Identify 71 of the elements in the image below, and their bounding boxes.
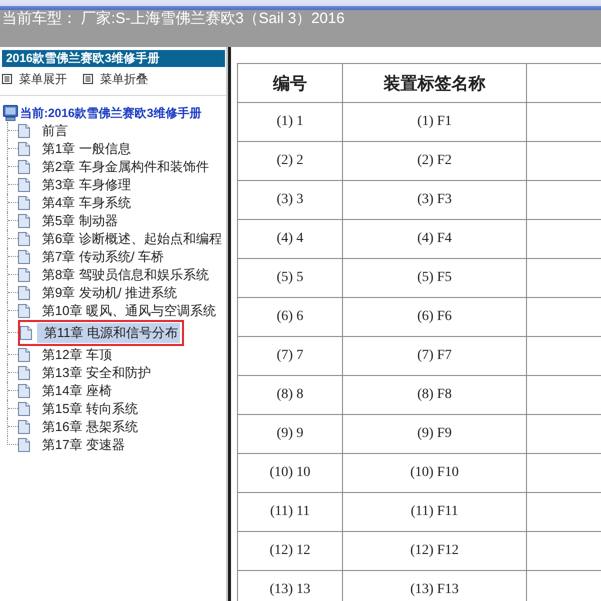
document-icon xyxy=(18,438,30,452)
table-cell: (10) 10 xyxy=(270,465,310,480)
table-cell: (11) F11 xyxy=(410,504,458,519)
document-icon xyxy=(18,160,30,174)
tree-item[interactable]: 第14章 座椅 xyxy=(35,382,114,400)
table-cell: (8) 8 xyxy=(276,387,304,402)
tree-item[interactable]: 第7章 传动系统/ 车桥 xyxy=(35,248,166,266)
tree-item[interactable]: 第1章 一般信息 xyxy=(35,140,133,158)
table-cell: (12) F12 xyxy=(410,543,459,558)
table-cell: (13) 13 xyxy=(270,582,310,597)
table-cell: (6) F6 xyxy=(417,309,452,324)
tree-root-label[interactable]: 当前:2016款雪佛兰赛欧3维修手册 xyxy=(20,104,202,122)
computer-icon xyxy=(3,105,18,121)
tree-item[interactable]: 第17章 变速器 xyxy=(35,436,128,454)
list-icon xyxy=(83,74,93,84)
table-cell: (2) F2 xyxy=(417,153,452,168)
sidebar-title: 2016款雪佛兰赛欧3维修手册 xyxy=(2,50,225,67)
table-cell: (12) 12 xyxy=(270,543,310,558)
menu-link[interactable]: 菜单折叠 xyxy=(83,70,148,88)
table-cell: (8) F8 xyxy=(417,387,452,402)
document-icon xyxy=(18,268,30,282)
tree-item[interactable]: 第8章 驾驶员信息和娱乐系统 xyxy=(35,266,211,284)
table-cell: (7) 7 xyxy=(276,348,304,363)
table-cell: (1) 1 xyxy=(276,114,304,129)
tree-item[interactable]: 第9章 发动机/ 推进系统 xyxy=(35,284,180,302)
document-icon xyxy=(18,304,30,318)
tree-item[interactable]: 第5章 制动器 xyxy=(35,212,120,230)
tree-item[interactable]: 第10章 暖风、通风与空调系统 xyxy=(35,302,218,320)
table-cell: (4) 4 xyxy=(276,231,304,246)
table-cell: (9) 9 xyxy=(276,426,304,441)
tree-item[interactable]: 第6章 诊断概述、起始点和编程 xyxy=(35,230,224,248)
document-icon xyxy=(18,196,30,210)
document-icon xyxy=(18,348,30,362)
tree-item[interactable]: 前言 xyxy=(35,122,70,140)
tree-item[interactable]: 第3章 车身修理 xyxy=(35,176,133,194)
table-cell: (5) F5 xyxy=(417,270,452,285)
table-cell: (13) F13 xyxy=(410,582,459,597)
tree-item[interactable]: 第11章 电源和信号分布 xyxy=(37,323,180,343)
menu-link[interactable]: 菜单展开 xyxy=(2,70,67,88)
document-icon xyxy=(18,250,30,264)
document-icon xyxy=(18,232,30,246)
table-cell: (1) F1 xyxy=(417,114,452,129)
tree-item[interactable]: 第13章 安全和防护 xyxy=(35,364,154,382)
window-title: 当前车型： 厂家:S-上海雪佛兰赛欧3（Sail 3）2016 xyxy=(1,10,346,27)
tree-item[interactable]: 第2章 车身金属构件和装饰件 xyxy=(35,158,211,176)
document-icon xyxy=(20,326,32,340)
table-cell: (10) F10 xyxy=(410,465,459,480)
document-icon xyxy=(18,384,30,398)
document-icon xyxy=(18,124,30,138)
column-header: 编号 xyxy=(273,74,307,92)
table-cell: (4) F4 xyxy=(417,231,452,246)
table-cell: (6) 6 xyxy=(276,309,304,324)
document-icon xyxy=(18,402,30,416)
table-cell: (7) F7 xyxy=(417,348,452,363)
document-icon xyxy=(18,178,30,192)
table-cell: (11) 11 xyxy=(270,504,310,519)
column-header: 装置标签名称 xyxy=(384,74,486,92)
tree-item[interactable]: 第12章 车顶 xyxy=(35,346,114,364)
tree-item[interactable]: 第15章 转向系统 xyxy=(35,400,140,418)
document-icon xyxy=(18,420,30,434)
table-cell: (2) 2 xyxy=(276,153,304,168)
table-cell: (9) F9 xyxy=(417,426,452,441)
document-icon xyxy=(18,366,30,380)
table-cell: (3) F3 xyxy=(417,192,452,207)
table-cell: (5) 5 xyxy=(276,270,304,285)
table-cell: (3) 3 xyxy=(276,192,304,207)
document-icon xyxy=(18,142,30,156)
tree-item[interactable]: 第16章 悬架系统 xyxy=(35,418,140,436)
document-icon xyxy=(18,214,30,228)
tree-item[interactable]: 第4章 车身系统 xyxy=(35,194,133,212)
document-icon xyxy=(18,286,30,300)
